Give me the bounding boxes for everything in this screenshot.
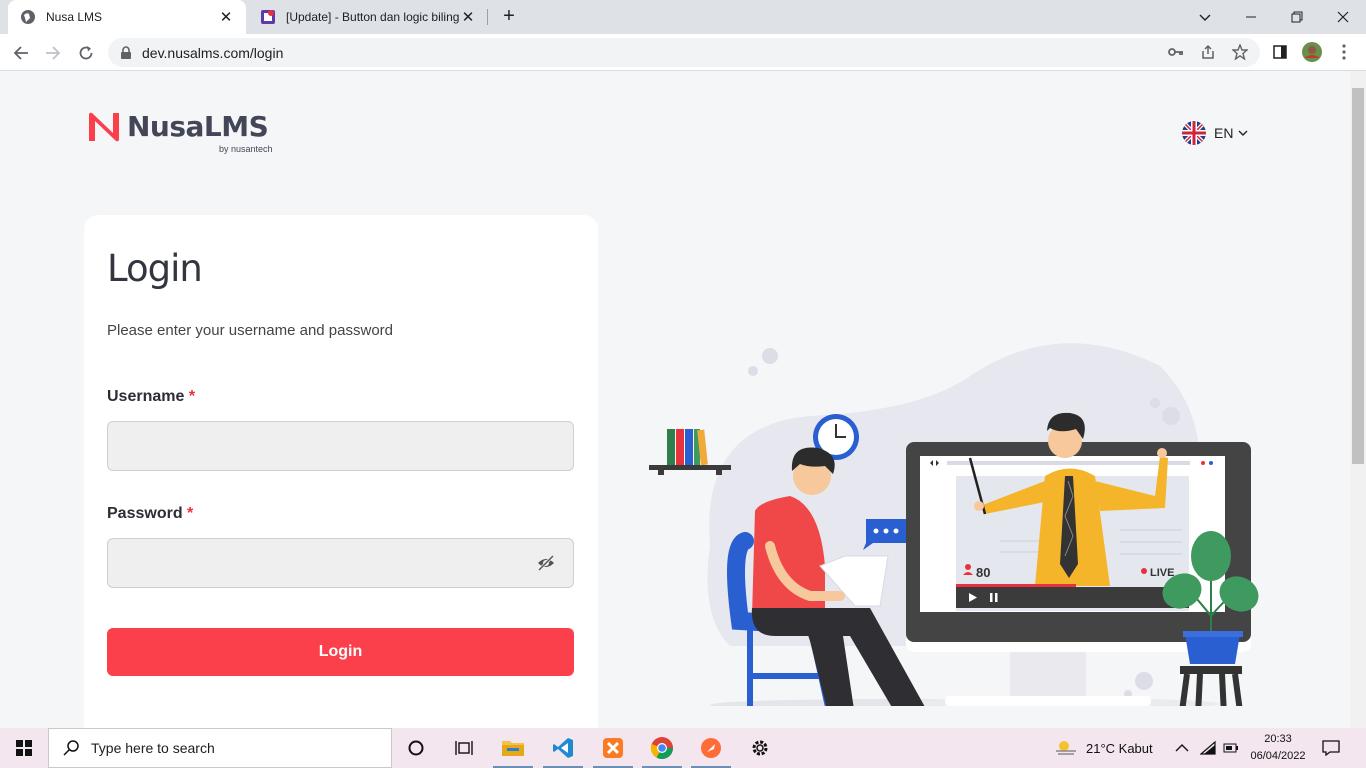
vscode-button[interactable]: [539, 728, 587, 768]
page-scrollbar[interactable]: [1350, 71, 1366, 728]
chevron-down-icon: [1238, 130, 1248, 136]
login-button[interactable]: Login: [107, 628, 574, 676]
share-icon[interactable]: [1199, 43, 1217, 61]
restore-icon: [1291, 11, 1303, 23]
search-placeholder: Type here to search: [91, 740, 215, 756]
brand-name: NusaLMS: [127, 110, 269, 143]
task-view-icon: [455, 741, 473, 755]
tab-separator: [487, 9, 488, 25]
reload-icon: [79, 46, 93, 60]
nusa-n-icon: [89, 112, 119, 142]
weather-fog-icon: [1056, 741, 1076, 755]
browser-toolbar: dev.nusalms.com/login: [0, 34, 1366, 71]
lock-icon: [121, 46, 131, 59]
cortana-button[interactable]: [392, 728, 440, 768]
tab-title: [Update] - Button dan logic biling: [286, 10, 460, 24]
chevron-up-icon: [1175, 744, 1189, 752]
required-mark: *: [188, 388, 196, 405]
windows-icon: [16, 740, 32, 756]
eye-off-icon[interactable]: [537, 554, 555, 572]
arrow-left-icon: [13, 46, 28, 60]
login-card: Login Please enter your username and pas…: [84, 215, 598, 728]
page-content: NusaLMS by nusantech EN Login Please ent…: [0, 71, 1350, 728]
reload-button[interactable]: [73, 40, 99, 66]
username-label-text: Username: [107, 388, 185, 405]
postman-button[interactable]: [687, 728, 735, 768]
globe-icon: [21, 10, 35, 24]
required-mark: *: [187, 505, 194, 522]
username-input[interactable]: [107, 421, 574, 471]
clock-date: 06/04/2022: [1250, 750, 1306, 762]
tray-chevron[interactable]: [1175, 728, 1189, 768]
clickup-icon: [261, 10, 275, 24]
file-explorer-button[interactable]: [489, 728, 537, 768]
start-button[interactable]: [0, 728, 48, 768]
minimize-button[interactable]: [1228, 0, 1274, 34]
url-text: dev.nusalms.com/login: [142, 45, 284, 61]
clock-time: 20:33: [1264, 733, 1292, 745]
gear-icon: [752, 740, 768, 756]
back-button[interactable]: [8, 40, 34, 66]
vscode-icon: [553, 738, 573, 758]
password-input[interactable]: [107, 538, 574, 588]
brand-logo[interactable]: NusaLMS by nusantech: [87, 110, 273, 154]
address-bar[interactable]: dev.nusalms.com/login: [108, 38, 1260, 67]
search-icon: [63, 740, 79, 756]
taskbar-search-input[interactable]: Type here to search: [48, 728, 392, 768]
uk-flag-icon: [1182, 121, 1206, 145]
live-label: LIVE: [1150, 567, 1174, 579]
network-icon[interactable]: [1200, 728, 1216, 768]
minimize-icon: [1246, 16, 1256, 18]
forward-button[interactable]: [40, 40, 66, 66]
side-panel-icon[interactable]: [1271, 43, 1289, 61]
system-clock[interactable]: 20:33 06/04/2022: [1248, 731, 1308, 765]
close-icon[interactable]: ✕: [218, 9, 234, 26]
weather-text: 21°C Kabut: [1086, 740, 1153, 756]
bookmark-star-icon[interactable]: [1231, 43, 1249, 61]
folder-icon: [502, 741, 524, 756]
task-view-button[interactable]: [440, 728, 488, 768]
arrow-right-icon: [46, 46, 61, 60]
cortana-icon: [408, 740, 424, 756]
brand-sub: by nusantech: [219, 144, 273, 154]
postman-icon: [701, 738, 721, 758]
key-icon[interactable]: [1167, 43, 1185, 61]
tab-strip: Nusa LMS ✕ [Update] - Button dan logic b…: [0, 0, 1366, 34]
chrome-icon: [650, 737, 673, 759]
windows-taskbar: Type here to search 21°C Kabut 20:33 06/…: [0, 728, 1366, 768]
battery-icon[interactable]: [1223, 728, 1239, 768]
close-icon[interactable]: ✕: [460, 9, 476, 26]
xampp-icon: [603, 738, 623, 758]
menu-dots-icon[interactable]: [1335, 43, 1353, 61]
viewer-count: 80: [976, 565, 990, 580]
tab-update[interactable]: [Update] - Button dan logic biling ✕: [248, 0, 488, 34]
online-learning-illustration: 80 LIVE: [649, 343, 1259, 706]
window-close-button[interactable]: [1320, 0, 1366, 34]
tab-search-button[interactable]: [1182, 0, 1228, 34]
weather-widget[interactable]: 21°C Kabut: [1054, 728, 1153, 768]
login-title: Login: [107, 247, 203, 290]
settings-button[interactable]: [736, 728, 784, 768]
notification-icon: [1322, 740, 1340, 756]
language-code: EN: [1214, 125, 1234, 141]
language-selector[interactable]: EN: [1182, 121, 1249, 145]
login-subtitle: Please enter your username and password: [107, 322, 393, 339]
tab-nusa-lms[interactable]: Nusa LMS ✕: [8, 0, 246, 34]
profile-avatar[interactable]: [1301, 41, 1323, 63]
password-label: Password *: [107, 505, 193, 523]
close-icon: [1337, 11, 1349, 23]
notifications-button[interactable]: [1322, 728, 1340, 768]
xampp-button[interactable]: [589, 728, 637, 768]
chrome-button[interactable]: [638, 728, 686, 768]
new-tab-button[interactable]: +: [498, 6, 520, 28]
restore-button[interactable]: [1274, 0, 1320, 34]
username-label: Username *: [107, 388, 195, 406]
chevron-down-icon: [1199, 14, 1211, 21]
scrollbar-thumb[interactable]: [1352, 88, 1364, 464]
password-label-text: Password: [107, 505, 183, 522]
tab-title: Nusa LMS: [46, 10, 103, 24]
